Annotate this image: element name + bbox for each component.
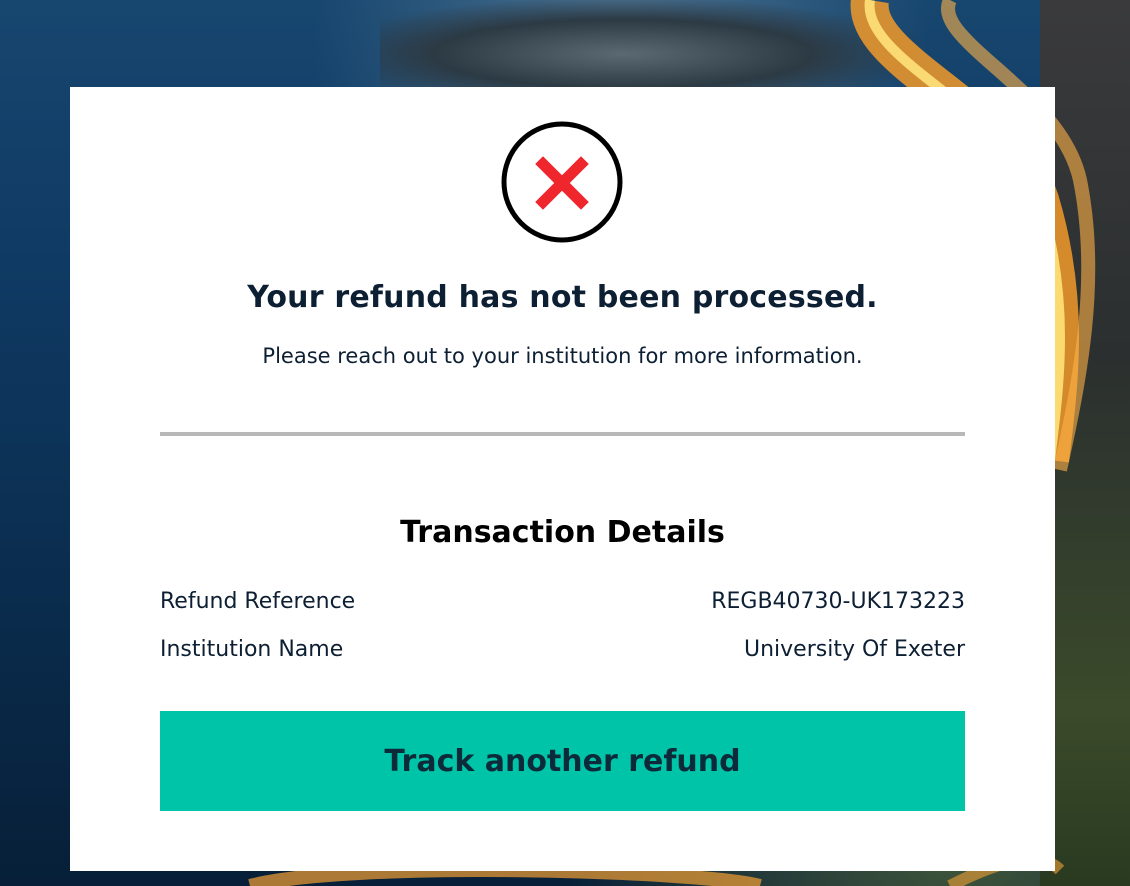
refund-reference-label: Refund Reference [160,588,356,614]
status-message: Please reach out to your institution for… [262,344,863,368]
error-x-icon [501,121,623,243]
divider [160,432,965,436]
detail-row-institution-name: Institution Name University Of Exeter [160,634,965,664]
track-another-refund-button[interactable]: Track another refund [160,711,965,811]
detail-row-refund-reference: Refund Reference REGB40730-UK173223 [160,586,965,616]
status-title: Your refund has not been processed. [247,280,878,315]
transaction-details-heading: Transaction Details [400,515,725,550]
institution-name-value: University Of Exeter [743,636,965,662]
refund-reference-value: REGB40730-UK173223 [711,588,965,614]
institution-name-label: Institution Name [160,636,344,662]
